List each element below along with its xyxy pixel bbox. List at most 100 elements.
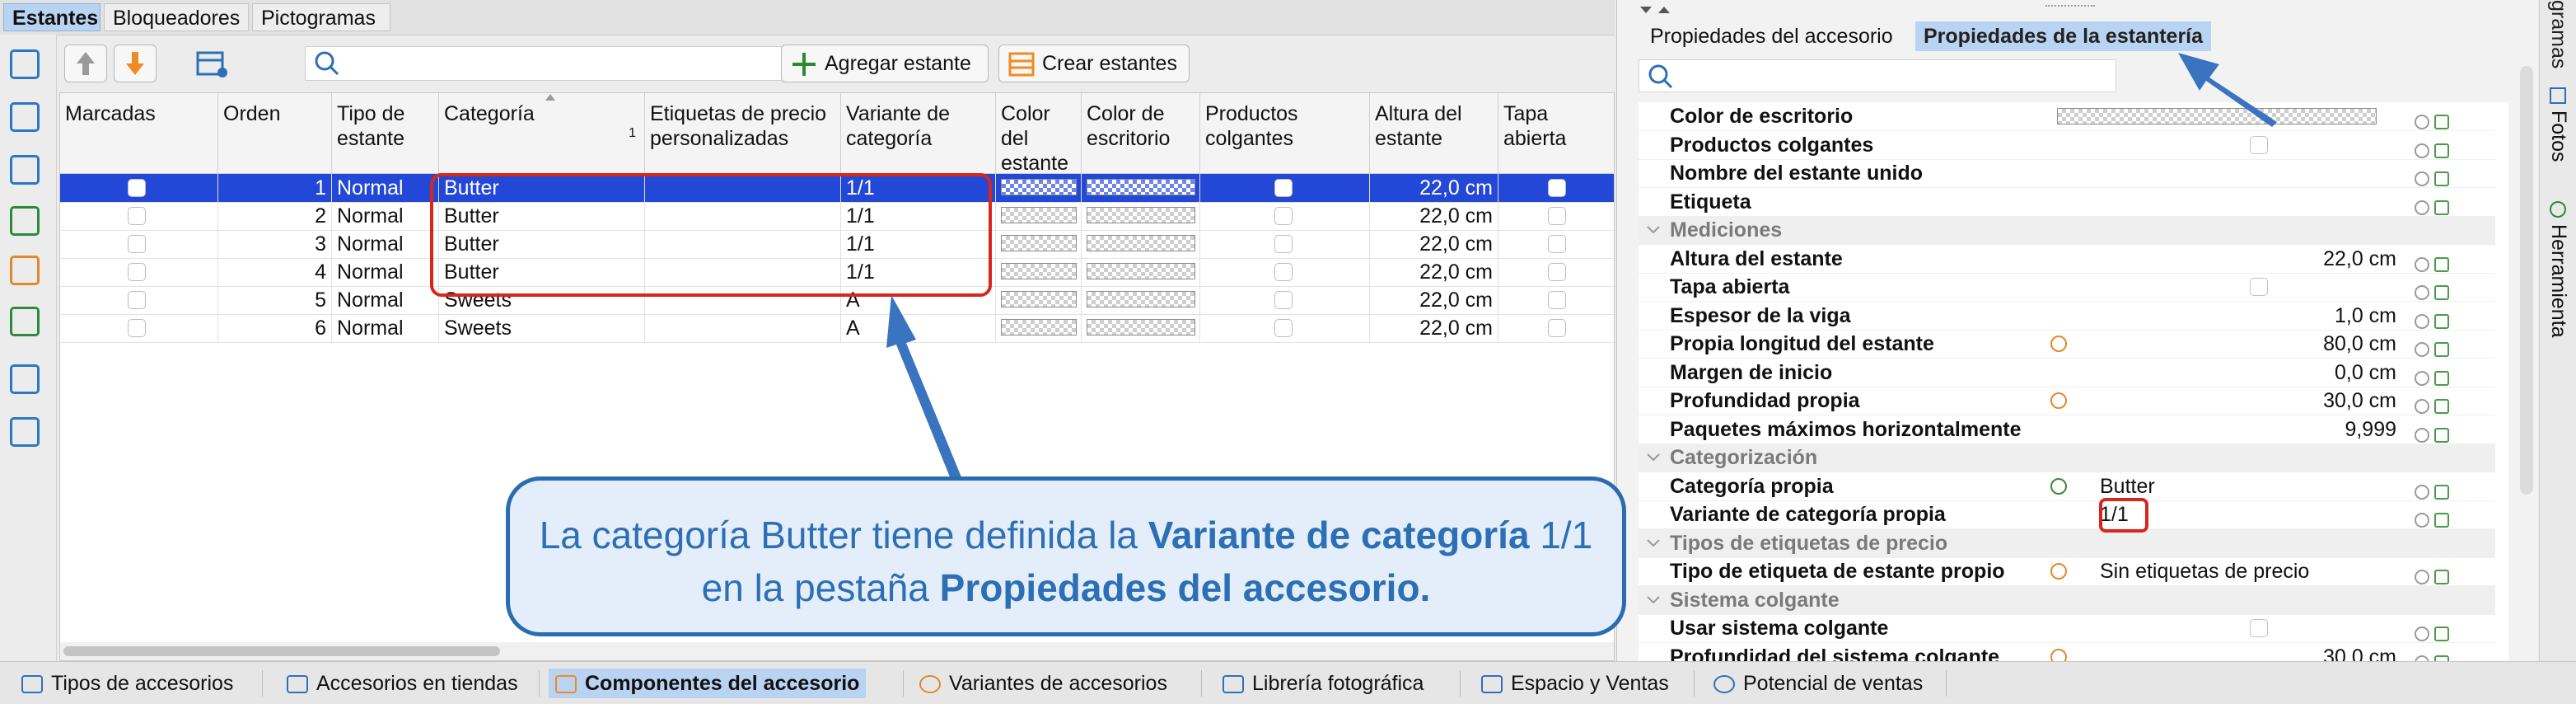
property-value[interactable]: 80,0 cm: [2323, 330, 2396, 358]
bottom-tab-componentes[interactable]: Componentes del accesorio: [549, 669, 867, 698]
property-row[interactable]: Profundidad propia 30,0 cm: [1639, 387, 2495, 415]
bottom-tab-libreria[interactable]: Librería fotográfica: [1216, 669, 1430, 698]
reset-icon[interactable]: [2415, 399, 2429, 414]
color-swatch[interactable]: [1001, 291, 1077, 307]
tab-propiedades-estanteria[interactable]: Propiedades de la estantería: [1915, 21, 2212, 51]
scrollbar-thumb[interactable]: [63, 646, 500, 656]
reset-icon[interactable]: [2415, 199, 2429, 215]
row-checkbox[interactable]: [1274, 291, 1293, 309]
property-row[interactable]: Margen de inicio 0,0 cm: [1639, 359, 2495, 387]
property-row[interactable]: Espesor de la viga 1,0 cm: [1639, 302, 2495, 331]
override-indicator-icon[interactable]: [2050, 563, 2067, 580]
color-swatch[interactable]: [1001, 263, 1077, 279]
row-checkbox[interactable]: [1548, 179, 1566, 197]
property-section[interactable]: Sistema colgante: [1639, 585, 2495, 615]
checklist-icon[interactable]: [10, 49, 40, 79]
bar-chart-icon[interactable]: [10, 417, 40, 447]
chevron-down-icon[interactable]: [1647, 453, 1660, 462]
apply-icon[interactable]: [2434, 399, 2449, 414]
apply-icon[interactable]: [2434, 256, 2449, 272]
property-row[interactable]: Nombre del estante unido: [1639, 159, 2495, 188]
reset-icon[interactable]: [2415, 513, 2429, 528]
property-value[interactable]: 9,999: [2345, 415, 2396, 444]
apply-icon[interactable]: [2434, 199, 2449, 215]
apply-icon[interactable]: [2434, 570, 2449, 584]
override-indicator-icon[interactable]: [2050, 336, 2067, 352]
properties-search-input[interactable]: [1639, 59, 2116, 92]
property-section[interactable]: Mediciones: [1639, 216, 2495, 245]
row-checkbox[interactable]: [1548, 263, 1566, 281]
color-swatch[interactable]: [1001, 179, 1077, 195]
color-swatch[interactable]: [1087, 207, 1195, 223]
chevron-down-icon[interactable]: [1647, 595, 1660, 604]
row-checkbox[interactable]: [1548, 291, 1566, 309]
apply-icon[interactable]: [2434, 115, 2449, 129]
chevron-down-icon[interactable]: [1647, 226, 1660, 234]
property-row[interactable]: Profundidad del sistema colgante 30,0 cm: [1639, 643, 2495, 662]
table-settings-icon[interactable]: [196, 49, 229, 79]
reset-icon[interactable]: [2415, 285, 2429, 300]
property-row[interactable]: Productos colgantes: [1639, 131, 2495, 160]
row-checkbox[interactable]: [1274, 263, 1293, 281]
bottom-tab-tipos-accesorios[interactable]: Tipos de accesorios: [15, 669, 240, 698]
tab-propiedades-accesorio[interactable]: Propiedades del accesorio: [1642, 21, 1901, 51]
properties-vertical-scrollbar[interactable]: [2520, 66, 2533, 495]
apply-icon[interactable]: [2434, 370, 2449, 386]
property-row[interactable]: Propia longitud del estante 80,0 cm: [1639, 330, 2495, 359]
excel-settings-icon[interactable]: [10, 256, 40, 285]
property-row[interactable]: Color de escritorio: [1639, 102, 2495, 131]
property-row[interactable]: Etiqueta: [1639, 188, 2495, 217]
reset-icon[interactable]: [2415, 143, 2429, 158]
col-header-variante[interactable]: Variante de categoría: [841, 93, 996, 174]
reset-icon[interactable]: [2415, 342, 2429, 357]
row-checkbox[interactable]: [1548, 235, 1566, 253]
property-row[interactable]: Tipo de etiqueta de estante propio Sin et…: [1639, 557, 2495, 586]
move-up-button[interactable]: [64, 45, 107, 82]
side-tab-herramienta[interactable]: Herramienta: [2540, 224, 2576, 364]
color-swatch[interactable]: [1087, 179, 1195, 195]
reset-icon[interactable]: [2415, 256, 2429, 272]
apply-icon[interactable]: [2434, 143, 2449, 158]
property-row[interactable]: Tapa abierta: [1639, 273, 2495, 302]
color-swatch[interactable]: [1001, 319, 1077, 336]
bottom-tab-variantes[interactable]: Variantes de accesorios: [913, 669, 1174, 698]
property-section[interactable]: Tipos de etiquetas de precio: [1639, 528, 2495, 558]
col-header-color-estante[interactable]: Color del estante: [996, 93, 1082, 175]
property-value[interactable]: 30,0 cm: [2323, 643, 2396, 662]
property-row[interactable]: Variante de categoría propia 1/1: [1639, 500, 2495, 529]
col-header-orden[interactable]: Orden: [218, 93, 332, 174]
property-row[interactable]: Usar sistema colgante: [1639, 614, 2495, 643]
horizontal-scrollbar[interactable]: [60, 642, 1614, 660]
reset-icon[interactable]: [2415, 427, 2429, 443]
col-header-tipo[interactable]: Tipo de estante: [332, 93, 439, 174]
copy-icon[interactable]: [10, 102, 40, 132]
color-swatch[interactable]: [1001, 207, 1077, 223]
property-value[interactable]: 0,0 cm: [2335, 359, 2396, 387]
collapse-arrows-icon[interactable]: [1637, 5, 1673, 16]
property-checkbox[interactable]: [2250, 135, 2268, 154]
drag-handle[interactable]: [2045, 5, 2095, 10]
grid-search-input[interactable]: [305, 46, 819, 81]
reset-icon[interactable]: [2415, 171, 2429, 186]
bottom-tab-potencial[interactable]: Potencial de ventas: [1707, 669, 1929, 698]
col-header-tapa[interactable]: Tapa abierta: [1498, 93, 1614, 174]
override-indicator-icon[interactable]: [2050, 648, 2067, 661]
chevron-down-icon[interactable]: [1647, 538, 1660, 547]
apply-icon[interactable]: [2434, 484, 2449, 500]
row-checkbox[interactable]: [1274, 179, 1293, 197]
row-checkbox[interactable]: [128, 235, 146, 253]
apply-icon[interactable]: [2434, 513, 2449, 528]
side-tab-pictogramas[interactable]: gramas: [2540, 0, 2576, 68]
reset-icon[interactable]: [2415, 484, 2429, 500]
create-shelves-button[interactable]: Crear estantes: [998, 45, 1190, 82]
excel-export-icon[interactable]: [10, 206, 40, 236]
row-checkbox[interactable]: [1274, 319, 1293, 337]
property-row[interactable]: Paquetes máximos horizontalmente 9,999: [1639, 415, 2495, 444]
side-tab-fotos[interactable]: Fotos: [2540, 110, 2576, 185]
add-shelf-button[interactable]: Agregar estante: [781, 45, 989, 82]
color-swatch[interactable]: [1087, 263, 1195, 279]
col-header-etiquetas[interactable]: Etiquetas de precio personalizadas: [645, 93, 841, 174]
reset-icon[interactable]: [2415, 313, 2429, 329]
color-swatch[interactable]: [1087, 235, 1195, 251]
property-checkbox[interactable]: [2250, 619, 2268, 637]
